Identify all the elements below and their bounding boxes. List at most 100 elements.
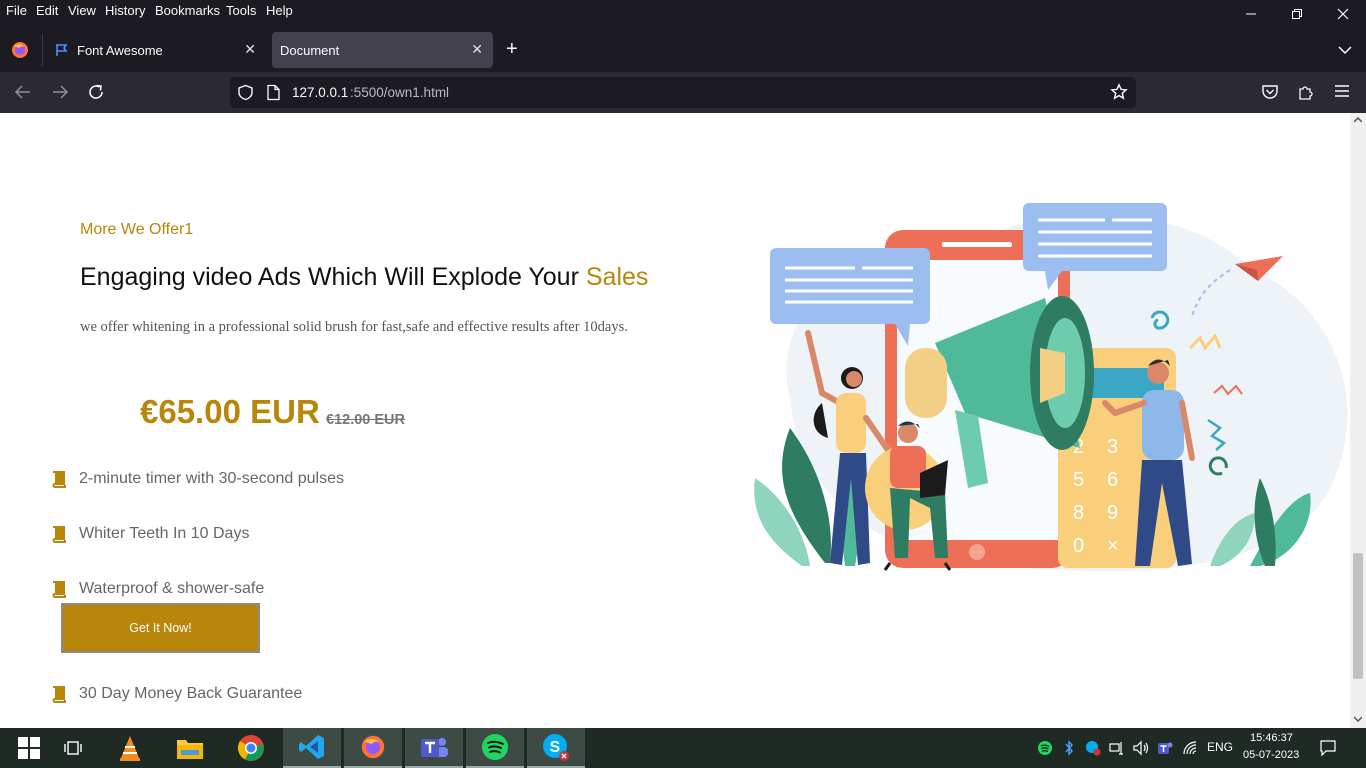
arrow-right-icon [53, 85, 69, 99]
feature-text: Whiter Teeth In 10 Days [79, 525, 250, 542]
taskbar-skype[interactable]: S [527, 728, 585, 768]
menu-edit[interactable]: Edit [36, 3, 58, 18]
scroll-thumb[interactable] [1353, 553, 1363, 679]
bluetooth-icon[interactable] [1063, 740, 1075, 756]
flag-icon [56, 44, 68, 56]
menu-bookmarks[interactable]: Bookmarks [155, 3, 220, 18]
taskbar-chrome[interactable] [222, 728, 280, 768]
description: we offer whitening in a professional sol… [80, 319, 628, 335]
book-icon [52, 581, 66, 598]
book-icon [52, 526, 66, 543]
taskbar-vscode[interactable] [283, 728, 341, 768]
teams-tray-icon[interactable] [1157, 740, 1173, 756]
svg-text:S: S [550, 739, 561, 756]
taskbar-firefox[interactable] [344, 728, 402, 768]
spotify-tray-icon[interactable] [1037, 740, 1053, 756]
calc-digit: 9 [1107, 502, 1118, 524]
taskbar-file-explorer[interactable] [161, 728, 219, 768]
network-icon[interactable] [1109, 740, 1125, 756]
menu-history[interactable]: History [105, 3, 145, 18]
firefox-icon[interactable] [10, 40, 30, 65]
clock-date[interactable]: 05-07-2023 [1243, 749, 1299, 761]
app-menu-button[interactable] [1334, 83, 1350, 104]
scrollbar[interactable] [1350, 113, 1366, 728]
calc-digit: 8 [1073, 502, 1084, 524]
clock-time[interactable]: 15:46:37 [1250, 732, 1293, 744]
calc-digit: × [1107, 535, 1119, 557]
volume-icon[interactable] [1132, 740, 1150, 756]
section-eyebrow: More We Offer1 [80, 221, 194, 238]
scroll-up-icon[interactable] [1354, 117, 1362, 123]
close-window-button[interactable] [1320, 0, 1366, 28]
tab-close-icon[interactable]: ✕ [244, 41, 256, 58]
taskbar-teams[interactable] [405, 728, 463, 768]
chrome-icon [237, 735, 264, 761]
vscode-icon [299, 735, 324, 759]
minimize-button[interactable] [1228, 0, 1274, 28]
page-viewport: More We Offer1 Engaging video Ads Which … [0, 113, 1350, 728]
menu-bar: File Edit View History Bookmarks Tools H… [0, 0, 1366, 28]
book-icon [52, 471, 66, 488]
pocket-button[interactable] [1261, 83, 1279, 106]
page-icon [267, 84, 280, 101]
task-view-button[interactable] [44, 728, 102, 768]
tab-title: Font Awesome [77, 43, 163, 58]
marketing-illustration: 2 3 5 6 8 9 0 × [754, 203, 1348, 572]
reload-icon [89, 84, 103, 99]
new-tab-button[interactable]: + [506, 39, 518, 59]
wifi-icon[interactable] [1182, 740, 1200, 756]
url-host: 127.0.0.1 [292, 85, 349, 100]
arrow-left-icon [14, 85, 30, 99]
taskbar-spotify[interactable] [466, 728, 524, 768]
tab-font-awesome[interactable]: Font Awesome ✕ [46, 32, 266, 68]
close-icon [1337, 8, 1349, 20]
page-title: Engaging video Ads Which Will Explode Yo… [80, 263, 648, 292]
spotify-icon [482, 734, 508, 760]
skype-tray-icon[interactable] [1085, 740, 1101, 756]
menu-file[interactable]: File [6, 3, 27, 18]
get-it-now-button[interactable]: Get It Now! [61, 603, 260, 653]
star-icon[interactable] [1110, 83, 1128, 101]
hamburger-icon [1335, 85, 1349, 97]
forward-button[interactable] [51, 83, 69, 106]
scroll-down-icon[interactable] [1354, 716, 1362, 722]
puzzle-icon [1299, 86, 1313, 100]
list-tabs-button[interactable] [1338, 42, 1352, 60]
menu-view[interactable]: View [68, 3, 96, 18]
navigation-bar: 127.0.0.1 :5500/own1.html [0, 72, 1366, 113]
menu-tools[interactable]: Tools [226, 3, 256, 18]
menu-help[interactable]: Help [266, 3, 293, 18]
tab-title: Document [280, 43, 340, 58]
restore-button[interactable] [1274, 0, 1320, 28]
pocket-icon [1262, 85, 1278, 99]
teams-icon [421, 738, 448, 757]
url-bar[interactable]: 127.0.0.1 :5500/own1.html [230, 77, 1136, 108]
language-indicator[interactable]: ENG [1207, 740, 1233, 754]
tab-strip: Font Awesome ✕ Document ✕ + [0, 28, 1366, 72]
vlc-icon [120, 736, 140, 761]
feature-text: 2-minute timer with 30-second pulses [79, 470, 345, 487]
tab-document[interactable]: Document ✕ [272, 32, 493, 68]
notification-icon[interactable] [1319, 739, 1337, 757]
reload-button[interactable] [87, 83, 105, 106]
folder-icon [177, 740, 203, 759]
restore-icon [1292, 9, 1302, 19]
taskbar-vlc[interactable] [101, 728, 159, 768]
feature-text: 30 Day Money Back Guarantee [79, 685, 303, 702]
old-price: €12.00 EUR [326, 412, 405, 428]
windows-icon [18, 737, 40, 759]
book-icon [52, 686, 66, 703]
calc-digit: 0 [1073, 535, 1084, 557]
back-button[interactable] [14, 83, 32, 106]
extensions-button[interactable] [1297, 83, 1315, 106]
url-path: :5500/own1.html [350, 85, 450, 100]
headline-accent: Sales [585, 263, 649, 291]
shield-icon [238, 84, 253, 101]
calc-digit: 3 [1107, 436, 1118, 458]
feature-text: Waterproof & shower-safe [79, 580, 265, 597]
firefox-icon [361, 735, 385, 759]
tab-close-icon[interactable]: ✕ [471, 41, 483, 58]
task-view-icon [64, 741, 82, 755]
minimize-icon [1246, 13, 1256, 15]
current-price: €65.00 EUR [140, 393, 320, 430]
